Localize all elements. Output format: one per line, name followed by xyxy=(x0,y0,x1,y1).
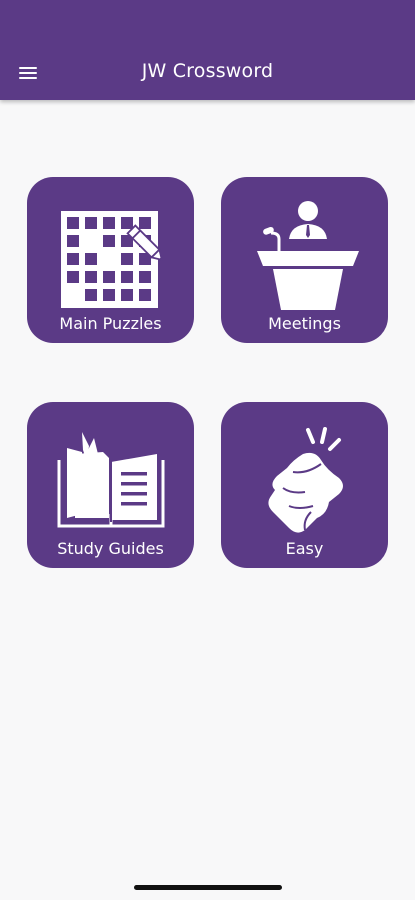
tile-label: Meetings xyxy=(268,314,341,333)
main-puzzles-tile[interactable]: Main Puzzles xyxy=(27,177,194,343)
app-title: JW Crossword xyxy=(141,60,274,82)
tile-label: Easy xyxy=(285,539,324,558)
study-guides-tile[interactable]: Study Guides xyxy=(27,402,194,568)
tile-label: Study Guides xyxy=(57,539,164,558)
tile-label: Main Puzzles xyxy=(59,314,162,333)
meetings-tile[interactable]: Meetings xyxy=(221,177,388,343)
easy-tile[interactable]: Easy xyxy=(221,402,388,568)
app-bar: JW Crossword xyxy=(0,0,415,100)
home-indicator xyxy=(134,885,282,890)
